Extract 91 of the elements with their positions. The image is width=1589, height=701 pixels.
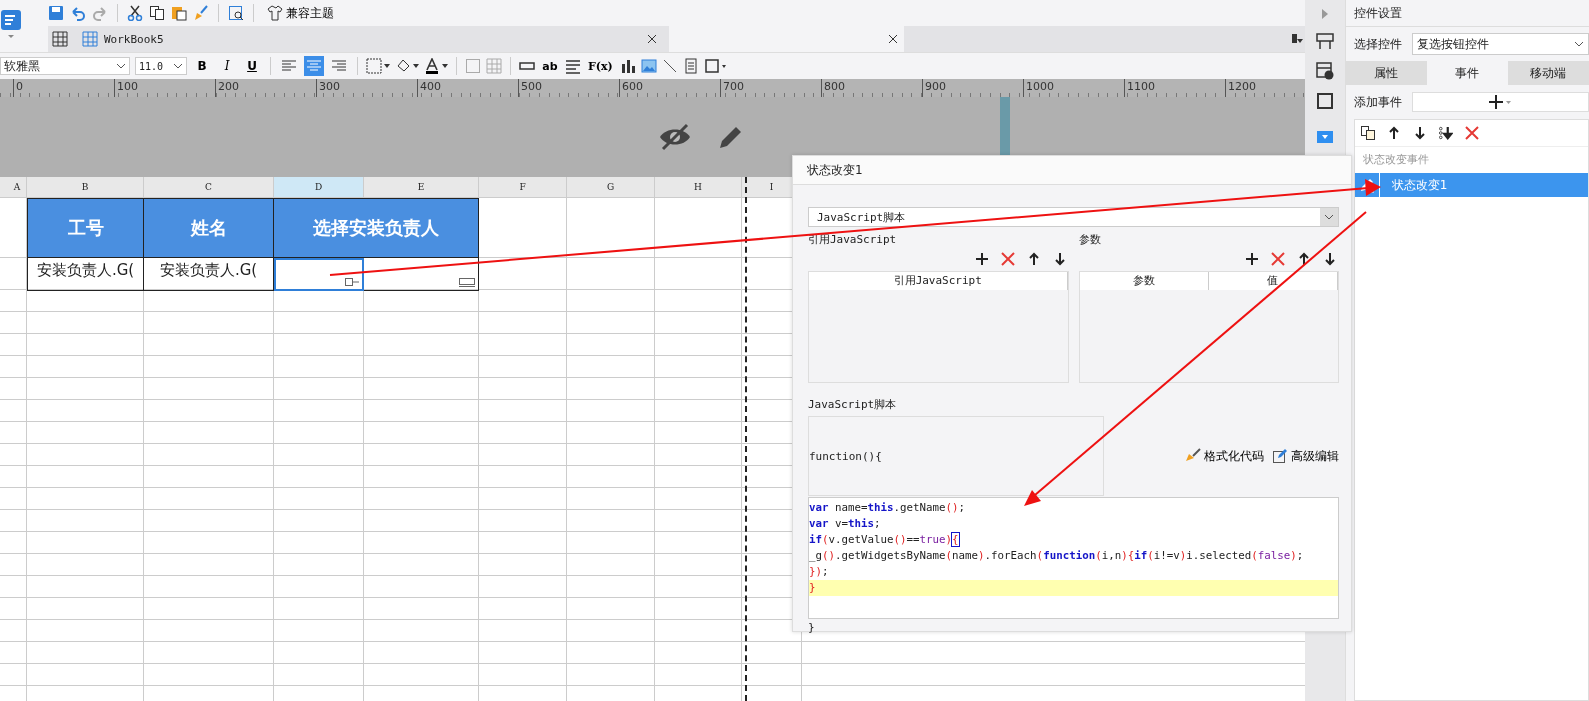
code-line: _g().getWidgetsByName(name).forEach(function(i,n){if(i!=v)i.selected(false); [809,548,1305,564]
column-header[interactable]: B [27,177,144,197]
panel-tab[interactable]: 属性 [1345,61,1427,85]
preview-icon[interactable] [228,5,244,21]
close-icon[interactable] [887,34,898,44]
eye-off-icon[interactable] [657,123,692,151]
font-field[interactable]: 软雅黑 [0,57,130,75]
field-label: 选择控件 [1353,35,1402,53]
italic-button[interactable]: I [217,56,237,76]
tab-label: WorkBook5 [104,32,164,46]
bold-button[interactable]: B [192,56,212,76]
layout-icon[interactable] [1315,32,1334,50]
font-size-field[interactable]: 11.0 [135,57,187,75]
workbook-icon [82,31,98,47]
header-cell: 工号 [27,198,144,258]
document-icon[interactable] [682,58,699,74]
widget-select[interactable]: 复选按钮控件 [1411,33,1589,55]
column-header[interactable]: A [8,177,27,197]
undo-icon[interactable] [70,5,86,21]
add-icon [1489,95,1512,109]
add-icon[interactable] [974,252,989,266]
paste-icon[interactable] [171,5,187,21]
shirt-icon [267,5,283,21]
arrow-down-icon[interactable] [1323,252,1337,266]
image-icon[interactable] [640,58,657,74]
new-sheet-icon[interactable] [52,31,68,47]
checkbox-icon [345,278,359,286]
field-label: 添加事件 [1353,93,1402,111]
chevron-down-icon [1324,214,1334,220]
arrow-up-icon[interactable] [1297,252,1311,266]
section-title: JavaScript脚本 [808,397,897,412]
code-editor[interactable]: var name=this.getName(); var v=this; if(v.getValue()==true){ _g().getWidgetsByName(name).forEach(function(i,n){if(i!=v)i.selected(false); }); } [808,497,1339,619]
arrow-down-icon[interactable] [1412,126,1427,140]
chevron-down-icon [173,63,183,69]
code-line: if(v.getValue()==true){ [809,532,960,548]
underline-button[interactable]: U [242,56,262,76]
code-line: var v=this; [809,516,882,532]
text-button[interactable]: ab [540,56,560,76]
header-cell: 选择安装负责人 [274,198,479,258]
script-type-select[interactable]: JavaScript脚本 [808,207,1339,227]
dialog-title: 状态改变1 [793,156,1351,185]
column-header[interactable]: F [479,177,567,197]
function-signature: function(){ [809,449,882,463]
delete-icon[interactable] [1271,252,1285,266]
closing-brace: } [808,621,816,634]
cut-icon[interactable] [127,5,143,21]
border-icon[interactable] [366,58,390,74]
panel-tab[interactable]: 移动端 [1507,61,1589,85]
section-title: 参数 [1078,232,1101,247]
theme-button[interactable]: 兼容主题 [263,4,338,22]
font-color-icon[interactable] [424,58,448,74]
header-cell: 姓名 [144,198,274,258]
info-sheet-icon[interactable] [1315,62,1334,80]
table-cell: 安装负责人.G( [144,258,274,291]
copy-icon[interactable] [1360,126,1375,140]
code-line: var name=this.getName(); [809,500,967,516]
column-header[interactable]: H [655,177,742,197]
selected-cell[interactable] [274,258,364,291]
section-title: 引用JavaScript [808,232,897,247]
column-header: 参数 [1079,272,1209,290]
frame-icon[interactable] [703,58,728,74]
save-icon[interactable] [48,5,64,21]
paragraph-icon[interactable] [565,58,581,74]
chevron-down-icon [116,63,126,69]
column-header[interactable]: G [567,177,655,197]
table-cell: 安装负责人.G( [27,258,144,291]
add-icon[interactable] [1245,252,1259,266]
arrow-down-icon[interactable] [1052,252,1067,266]
code-line: }); [809,564,830,580]
fill-bucket-icon[interactable] [395,58,419,74]
frame-icon[interactable] [1315,92,1334,110]
copy-icon[interactable] [149,5,165,21]
slash-icon[interactable] [661,58,678,74]
column-header[interactable]: E [364,177,479,197]
column-header: 值 [1208,272,1338,290]
formula-button[interactable]: F(x) [586,56,615,76]
close-icon[interactable] [646,34,657,44]
button-widget-icon [459,278,475,287]
column-header: 引用JavaScript [809,272,1068,290]
delete-icon[interactable] [1000,252,1015,266]
format-code-button[interactable]: 格式化代码 [1185,447,1264,465]
column-header[interactable]: D [274,177,364,197]
edit-icon [1272,448,1288,464]
delete-icon[interactable] [1464,126,1479,140]
chevron-down-icon [1574,41,1584,47]
bar-chart-icon[interactable] [619,58,636,74]
brush-icon[interactable] [193,5,209,21]
advanced-edit-button[interactable]: 高级编辑 [1272,447,1339,465]
move-bottom-icon[interactable] [1438,126,1453,140]
brush-icon [1185,448,1201,464]
panel-title: 控件设置 [1345,0,1589,27]
